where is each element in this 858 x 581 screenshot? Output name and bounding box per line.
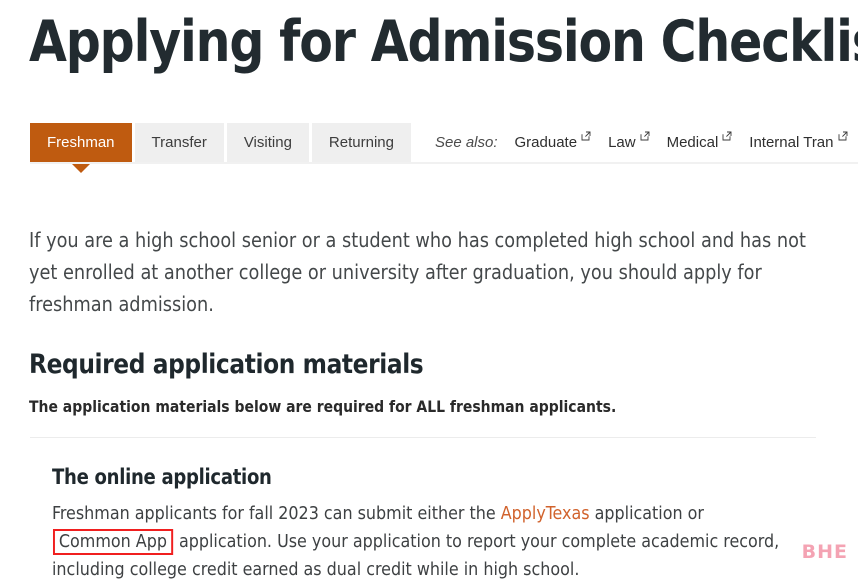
tab-bar: Freshman Transfer Visiting Returning See… [30, 123, 858, 173]
section-note: The application materials below are requ… [29, 397, 617, 416]
see-also-link-internal-transfer[interactable]: Internal Tran [749, 131, 848, 151]
see-also-link-label: Internal Tran [749, 134, 834, 151]
external-link-icon [722, 131, 732, 141]
external-link-icon [640, 131, 650, 141]
tab-label: Returning [328, 134, 394, 151]
external-link-icon [581, 131, 591, 141]
body-text-between: application or [589, 503, 704, 524]
section-divider [30, 437, 816, 438]
external-link-icon [838, 131, 848, 141]
see-also-link-label: Medical [666, 134, 719, 151]
page-root: Applying for Admission Checklist Freshma… [0, 0, 858, 581]
see-also-label: See also: [434, 134, 498, 151]
common-app-highlight[interactable]: Common App [52, 529, 173, 555]
subsection-heading-online-application: The online application [52, 465, 272, 489]
tab-returning[interactable]: Returning [311, 123, 411, 162]
tab-visiting[interactable]: Visiting [226, 123, 309, 162]
see-also-group: See also: Graduate Law Medical Internal … [435, 123, 858, 162]
tab-freshman[interactable]: Freshman [30, 123, 132, 173]
tab-transfer[interactable]: Transfer [134, 123, 224, 162]
see-also-link-label: Graduate [514, 134, 578, 151]
tab-label: Visiting [243, 134, 292, 151]
watermark: BHE [801, 541, 848, 563]
tab-label: Transfer [151, 134, 207, 151]
see-also-link-graduate[interactable]: Graduate [514, 131, 592, 151]
tab-label: Freshman [47, 134, 115, 151]
see-also-link-law[interactable]: Law [608, 131, 650, 151]
see-also-link-label: Law [608, 134, 636, 151]
applytexas-link[interactable]: ApplyTexas [501, 503, 590, 524]
subsection-body: Freshman applicants for fall 2023 can su… [52, 500, 815, 581]
intro-paragraph: If you are a high school senior or a stu… [29, 228, 806, 316]
section-heading-required-materials: Required application materials [29, 349, 424, 380]
see-also-link-medical[interactable]: Medical [666, 131, 733, 151]
body-text-before-link: Freshman applicants for fall 2023 can su… [52, 503, 501, 524]
page-title: Applying for Admission Checklist [29, 9, 858, 75]
tabbar-divider [30, 162, 858, 164]
